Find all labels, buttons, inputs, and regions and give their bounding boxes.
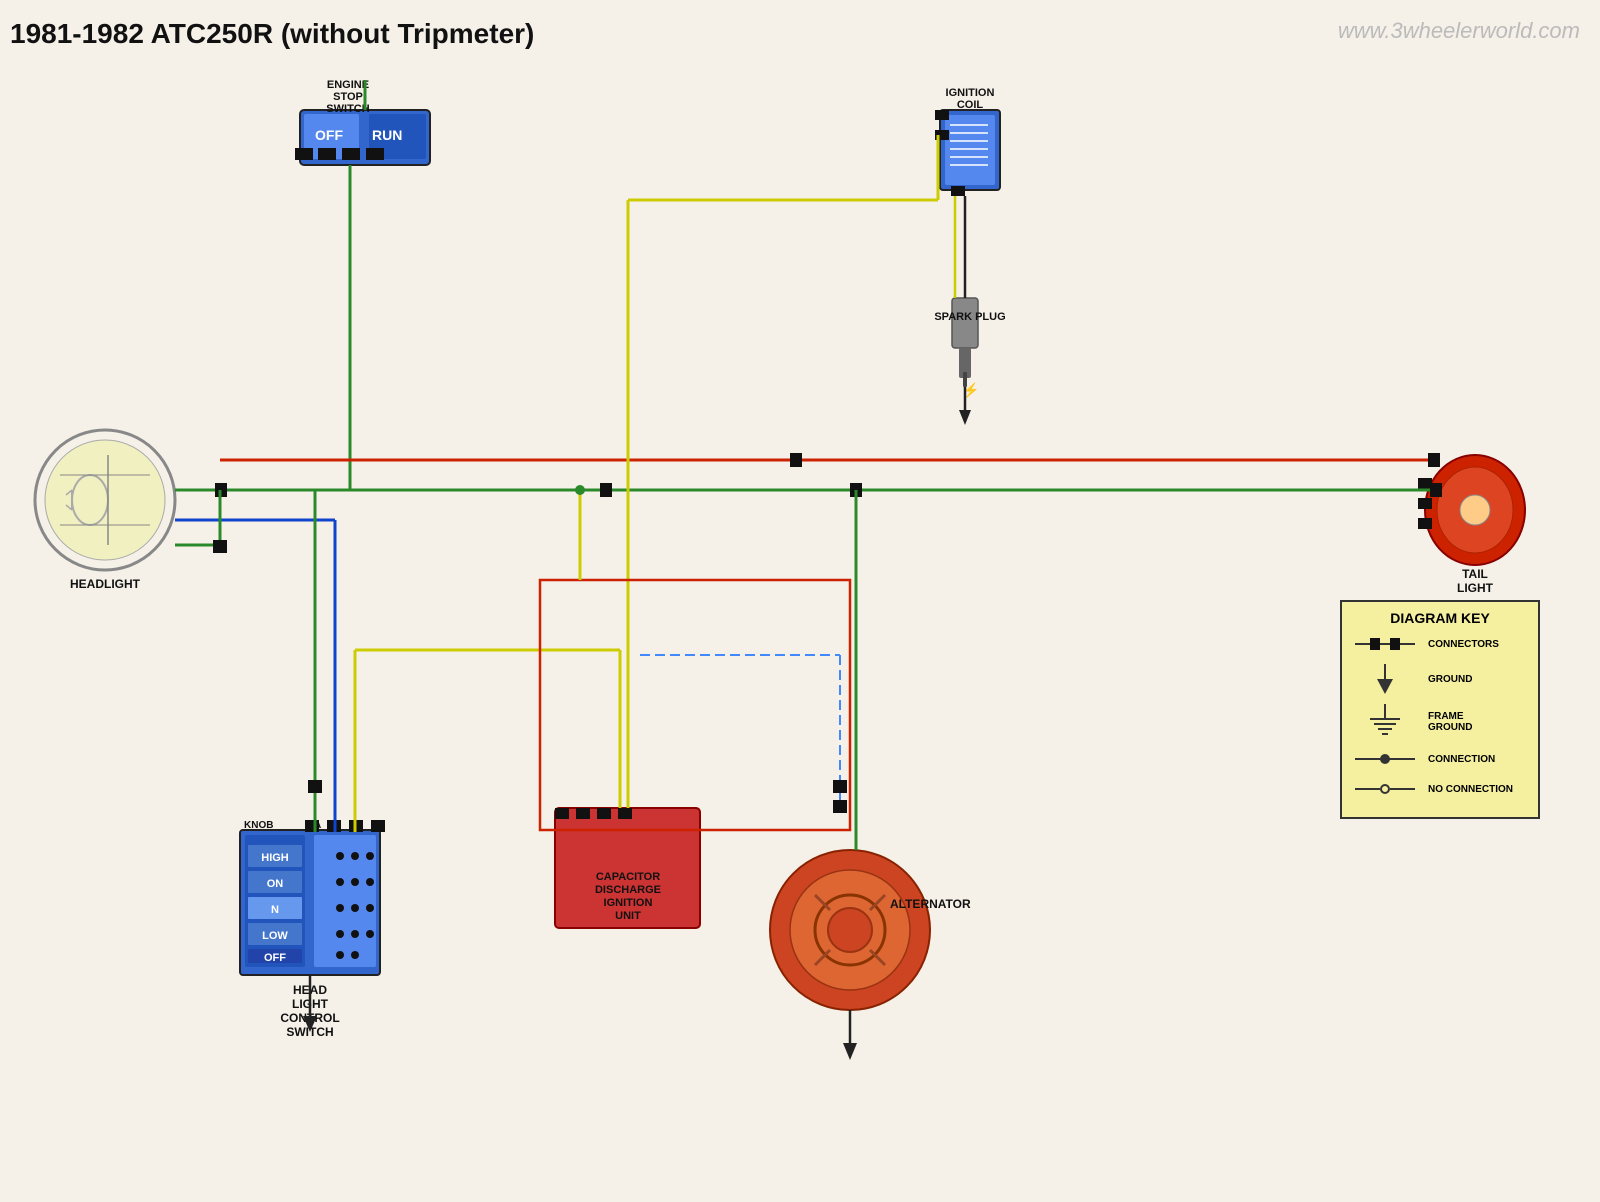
svg-text:SPARK PLUG: SPARK PLUG [934,311,1005,323]
key-item-frame-ground: FRAMEGROUND [1350,704,1530,739]
svg-text:SWITCH: SWITCH [326,103,369,115]
svg-text:LIGHT: LIGHT [1457,581,1494,595]
svg-text:RUN: RUN [372,127,402,143]
svg-text:UNIT: UNIT [615,910,641,922]
svg-text:OFF: OFF [264,952,286,964]
svg-text:TAIL: TAIL [1462,567,1488,581]
svg-text:IGNITION: IGNITION [604,897,653,909]
svg-text:IGNITION: IGNITION [946,87,995,99]
svg-text:ALTERNATOR: ALTERNATOR [890,897,971,911]
frame-ground-label: FRAMEGROUND [1428,711,1472,733]
connection-label: CONNECTION [1428,754,1495,765]
diagram-key: DIAGRAM KEY CONNECTORS GROUND [1340,600,1540,819]
ground-label: GROUND [1428,674,1472,685]
key-item-ground: GROUND [1350,664,1530,694]
svg-text:COIL: COIL [957,99,984,111]
svg-text:ON: ON [267,878,284,890]
key-item-connection: CONNECTION [1350,749,1530,769]
svg-text:KNOB: KNOB [244,820,273,831]
svg-text:DISCHARGE: DISCHARGE [595,884,661,896]
key-item-no-connection: NO CONNECTION [1350,779,1530,799]
svg-text:N: N [271,904,279,916]
svg-text:LOW: LOW [262,930,288,942]
svg-text:OFF: OFF [315,127,343,143]
svg-text:HEADLIGHT: HEADLIGHT [70,577,141,591]
diagram-container: 1981-1982 ATC250R (without Tripmeter) ww… [0,0,1600,1202]
no-connection-label: NO CONNECTION [1428,784,1513,795]
svg-text:HIGH: HIGH [261,852,289,864]
diagram-key-title: DIAGRAM KEY [1350,610,1530,626]
key-item-connectors: CONNECTORS [1350,634,1530,654]
connectors-label: CONNECTORS [1428,639,1499,650]
svg-text:CAPACITOR: CAPACITOR [596,871,660,883]
svg-text:STOP: STOP [333,91,363,103]
svg-text:ENGINE: ENGINE [327,79,369,91]
